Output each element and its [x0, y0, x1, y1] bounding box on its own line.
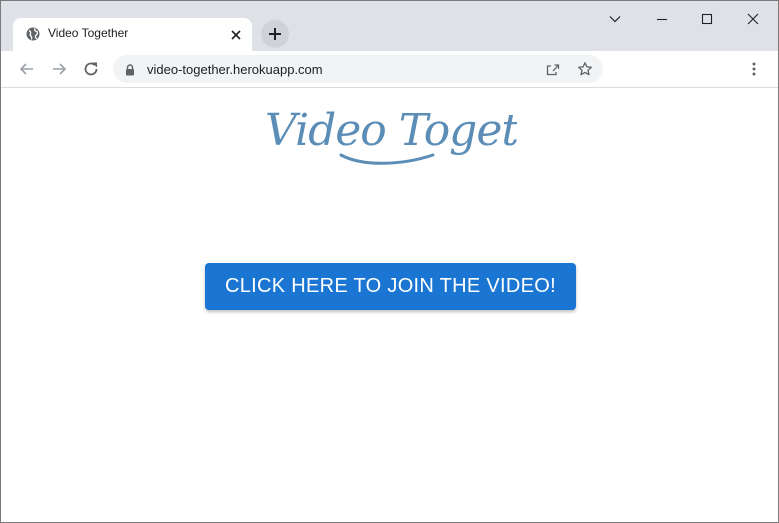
chevron-down-icon[interactable]: [607, 11, 623, 27]
tab-strip: Video Together: [1, 1, 778, 51]
globe-icon: [26, 27, 40, 41]
forward-arrow-icon[interactable]: [50, 60, 68, 78]
tab-video-together[interactable]: Video Together: [13, 18, 252, 51]
kebab-menu-icon[interactable]: [747, 61, 761, 77]
browser-toolbar: video-together.herokuapp.com: [1, 51, 778, 88]
browser-window: Video Together video-together.herokuapp.…: [0, 0, 779, 523]
logo-text: Video Together: [265, 105, 517, 156]
close-icon[interactable]: [230, 28, 242, 40]
address-bar[interactable]: video-together.herokuapp.com: [113, 55, 603, 83]
star-icon[interactable]: [577, 61, 593, 77]
site-logo: Video Together: [263, 105, 595, 169]
back-arrow-icon[interactable]: [18, 60, 36, 78]
url-text[interactable]: video-together.herokuapp.com: [147, 62, 323, 77]
page-content: Video Together CLICK HERE TO JOIN THE VI…: [1, 89, 778, 522]
minimize-icon[interactable]: [654, 11, 670, 27]
plus-icon: [269, 28, 281, 40]
share-icon[interactable]: [545, 61, 561, 77]
window-close-icon[interactable]: [745, 11, 761, 27]
join-video-button[interactable]: CLICK HERE TO JOIN THE VIDEO!: [205, 263, 576, 310]
tab-title: Video Together: [48, 26, 129, 40]
reload-icon[interactable]: [82, 60, 100, 78]
maximize-icon[interactable]: [699, 11, 715, 27]
lock-icon[interactable]: [125, 63, 135, 76]
new-tab-button[interactable]: [261, 20, 289, 48]
